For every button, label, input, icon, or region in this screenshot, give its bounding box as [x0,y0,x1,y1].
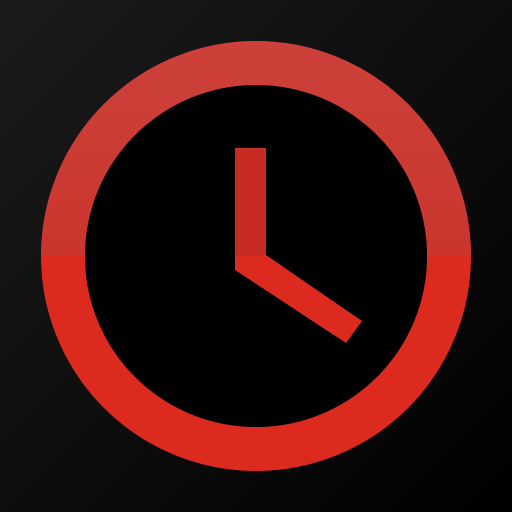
clock-hand-vertical [235,148,266,270]
clock-icon [0,0,512,512]
clock-hand-vertical-lower [235,256,266,270]
clock-app-icon[interactable] [0,0,512,512]
